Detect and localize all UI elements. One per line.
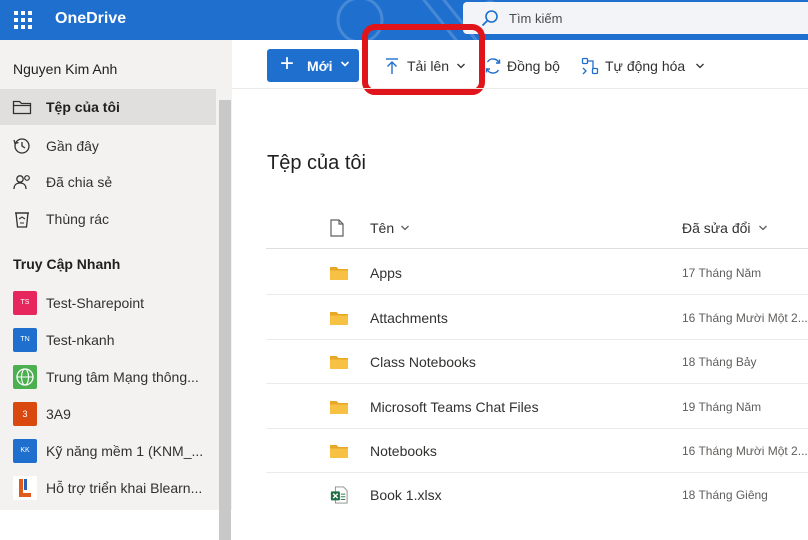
quick-access-label: Hỗ trợ triển khai Blearn...: [46, 480, 203, 496]
nav-label: Đã chia sẻ: [46, 174, 113, 190]
file-type-icon[interactable]: [330, 219, 344, 237]
shared-people-icon: [13, 175, 30, 190]
file-name[interactable]: Microsoft Teams Chat Files: [370, 399, 539, 415]
excel-file-icon: [330, 486, 348, 504]
chevron-down-icon: [696, 63, 704, 69]
quick-access-label: 3A9: [46, 406, 71, 422]
quick-access-label: Test-Sharepoint: [46, 295, 145, 311]
quick-access-item[interactable]: Trung tâm Mạng thông...: [0, 359, 216, 395]
quick-access-heading: Truy Cập Nhanh: [13, 256, 121, 272]
search-box[interactable]: Tìm kiếm: [463, 2, 808, 34]
site-logo-icon: TS: [13, 291, 37, 315]
folder-icon: [12, 100, 32, 115]
nav-item-my-files[interactable]: Tệp của tôi: [0, 89, 216, 125]
history-icon: [13, 138, 30, 154]
search-placeholder: Tìm kiếm: [509, 11, 563, 26]
quick-access-label: Trung tâm Mạng thông...: [46, 369, 199, 385]
plus-icon: +: [280, 50, 295, 77]
file-name[interactable]: Book 1.xlsx: [370, 487, 442, 503]
nav-item-shared[interactable]: Đã chia sẻ: [0, 164, 216, 200]
quick-access-item[interactable]: KK Kỹ năng mềm 1 (KNM_...: [0, 433, 216, 469]
blearning-logo-icon: [13, 476, 37, 500]
site-logo-icon: 3: [13, 402, 37, 426]
new-button-label: Mới: [307, 58, 333, 74]
app-launcher-icon[interactable]: [12, 9, 34, 31]
file-row[interactable]: Apps 17 Tháng Năm: [266, 251, 808, 295]
sidebar: Nguyen Kim Anh Tệp của tôi Gần đây Đã ch…: [0, 40, 232, 540]
quick-access-item[interactable]: TN Test-nkanh: [0, 322, 216, 358]
new-button[interactable]: + Mới: [267, 49, 359, 82]
file-row[interactable]: Microsoft Teams Chat Files 19 Tháng Năm: [266, 385, 808, 429]
chevron-down-icon[interactable]: [758, 223, 768, 233]
quick-access-label: Kỹ năng mềm 1 (KNM_...: [46, 443, 204, 459]
file-row[interactable]: Class Notebooks 18 Tháng Bảy: [266, 340, 808, 384]
quick-access-item[interactable]: 3 3A9: [0, 396, 216, 432]
quick-access-item[interactable]: TS Test-Sharepoint: [0, 285, 216, 321]
automate-label: Tự động hóa: [605, 58, 686, 74]
sync-button[interactable]: Đồng bộ: [484, 49, 566, 82]
chevron-down-icon: [340, 61, 350, 67]
file-modified: 16 Tháng Mười Một 2...: [682, 311, 808, 325]
nav-label: Thùng rác: [46, 211, 110, 227]
column-name-header[interactable]: Tên: [370, 220, 394, 236]
chevron-down-icon[interactable]: [400, 223, 410, 233]
site-logo-icon: KK: [13, 439, 37, 463]
quick-access-label: Test-nkanh: [46, 332, 115, 348]
column-modified-header[interactable]: Đã sửa đổi: [682, 220, 751, 236]
search-icon: [481, 10, 498, 27]
user-name: Nguyen Kim Anh: [13, 61, 118, 77]
sidebar-scrollbar[interactable]: [219, 100, 231, 540]
app-title[interactable]: OneDrive: [55, 10, 126, 28]
file-row[interactable]: Book 1.xlsx 18 Tháng Giêng: [266, 473, 808, 517]
globe-icon: [13, 365, 37, 389]
file-row[interactable]: Notebooks 16 Tháng Mười Một 2...: [266, 429, 808, 473]
page-title: Tệp của tôi: [267, 152, 366, 174]
file-list-header: Tên Đã sửa đổi: [266, 205, 808, 249]
folder-icon: [330, 445, 348, 458]
folder-icon: [330, 267, 348, 280]
file-name[interactable]: Attachments: [370, 310, 448, 326]
sync-label: Đồng bộ: [507, 58, 560, 74]
file-modified: 17 Tháng Năm: [682, 266, 762, 280]
nav-label: Gần đây: [46, 138, 99, 154]
upload-highlight-box: [362, 24, 485, 95]
file-row[interactable]: Attachments 16 Tháng Mười Một 2...: [266, 296, 808, 340]
folder-icon: [330, 356, 348, 369]
sync-icon: [485, 58, 501, 74]
site-logo-icon: TN: [13, 328, 37, 352]
automate-flow-icon: [581, 57, 599, 75]
nav-label: Tệp của tôi: [46, 99, 120, 115]
file-modified: 18 Tháng Bảy: [682, 355, 757, 369]
nav-item-recent[interactable]: Gần đây: [0, 128, 216, 164]
nav-item-recycle-bin[interactable]: Thùng rác: [0, 201, 216, 237]
file-name[interactable]: Apps: [370, 265, 402, 281]
file-modified: 19 Tháng Năm: [682, 400, 762, 414]
automate-button[interactable]: Tự động hóa: [581, 49, 706, 82]
recycle-bin-icon: [15, 212, 29, 228]
file-modified: 16 Tháng Mười Một 2...: [682, 444, 808, 458]
file-name[interactable]: Notebooks: [370, 443, 437, 459]
folder-icon: [330, 401, 348, 414]
command-bar-divider: [232, 88, 808, 89]
quick-access-item[interactable]: Hỗ trợ triển khai Blearn...: [0, 470, 216, 506]
file-modified: 18 Tháng Giêng: [682, 488, 768, 502]
file-name[interactable]: Class Notebooks: [370, 354, 476, 370]
folder-icon: [330, 312, 348, 325]
